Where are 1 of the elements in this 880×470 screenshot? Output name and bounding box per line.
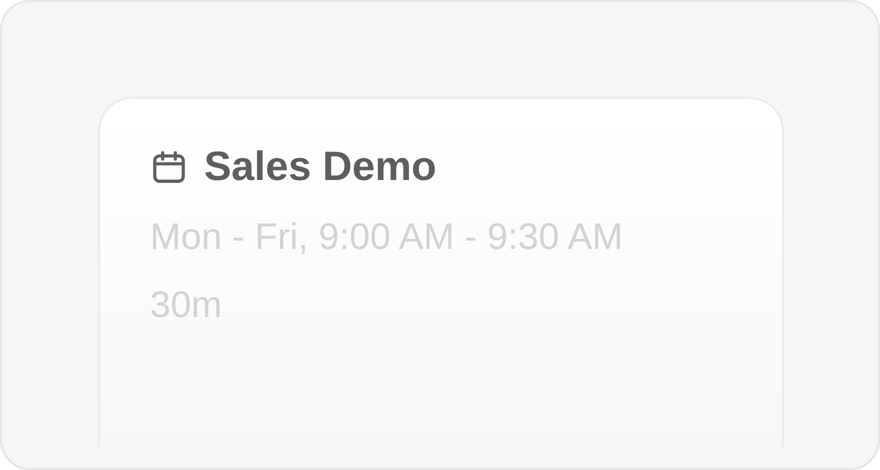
event-title: Sales Demo <box>204 143 436 190</box>
